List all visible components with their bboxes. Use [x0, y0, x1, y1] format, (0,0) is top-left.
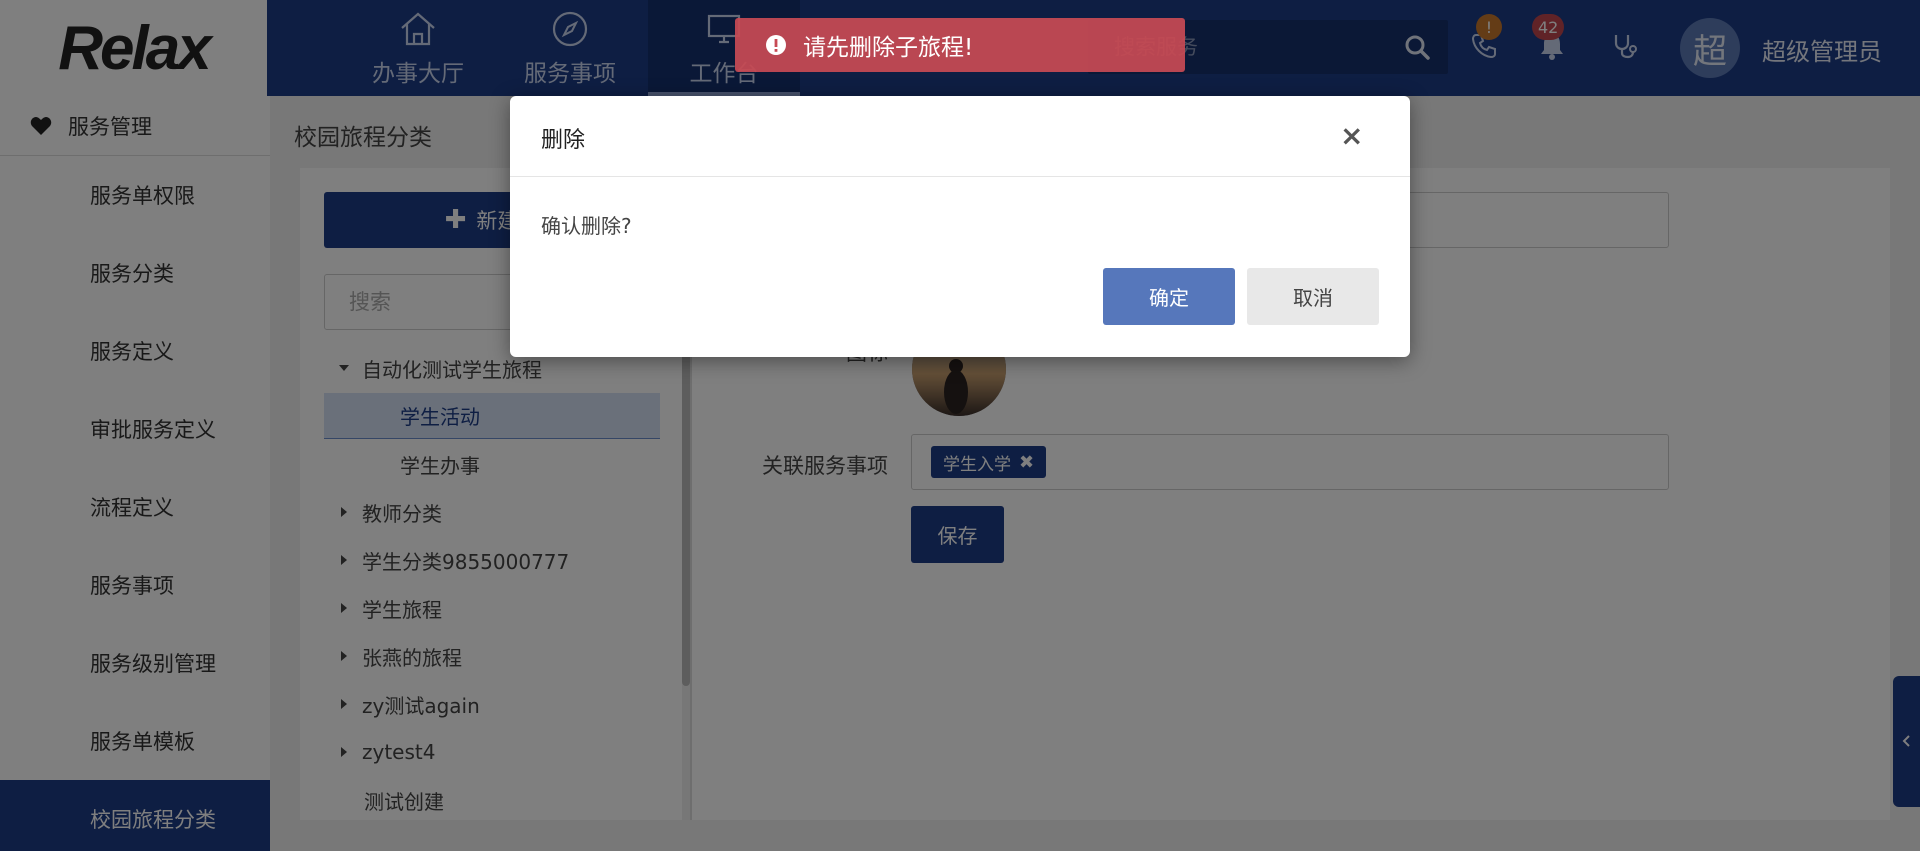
toast-message: 请先删除子旅程! [803, 35, 974, 61]
error-toast: 请先删除子旅程! [735, 18, 1185, 72]
dialog-header: 删除 × [510, 96, 1410, 177]
delete-dialog: 删除 × 确认删除? 确定 取消 [510, 96, 1410, 357]
exclamation-circle-icon [766, 35, 786, 55]
close-icon[interactable]: × [1340, 122, 1363, 150]
dialog-title: 删除 [541, 128, 586, 153]
cancel-button[interactable]: 取消 [1247, 268, 1379, 325]
dialog-message: 确认删除? [541, 214, 632, 238]
confirm-button[interactable]: 确定 [1103, 268, 1235, 325]
